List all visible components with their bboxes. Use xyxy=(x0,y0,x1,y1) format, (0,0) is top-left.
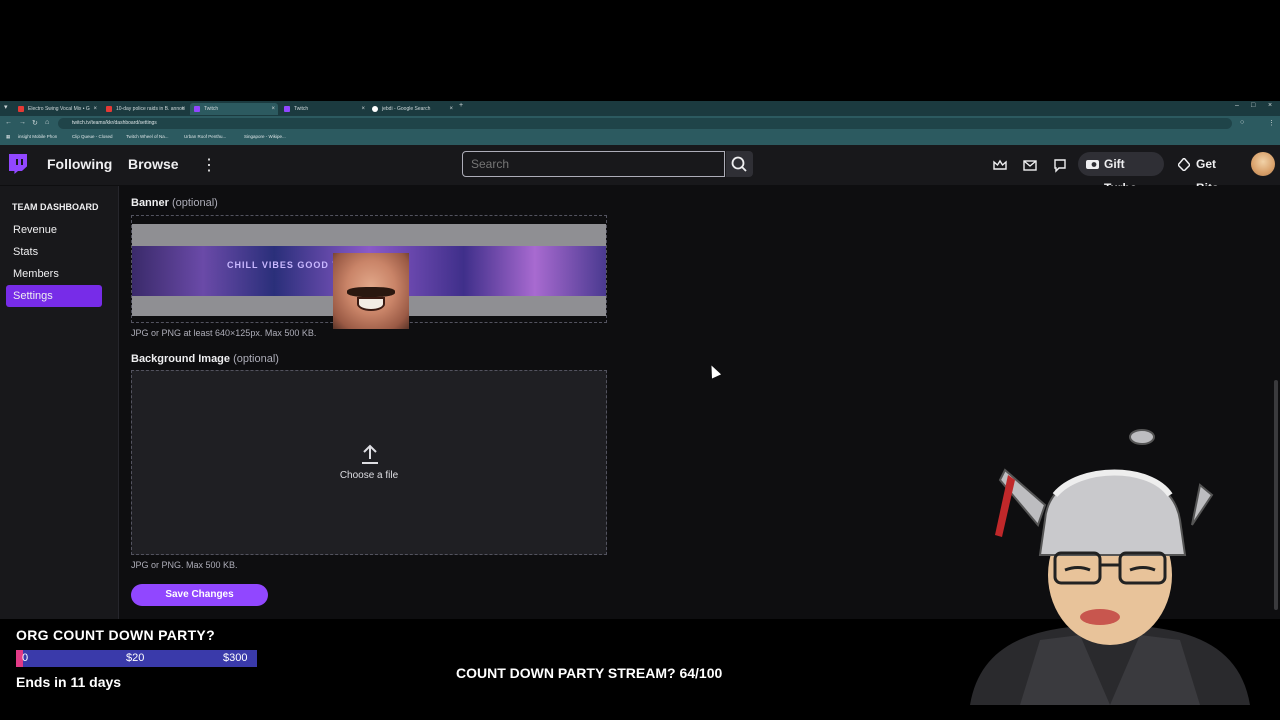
tab-favicon-icon xyxy=(284,106,290,112)
more-options-icon[interactable]: ⋮ xyxy=(201,155,217,175)
sidebar-item-revenue[interactable]: Revenue xyxy=(6,219,102,241)
bookmark-item[interactable]: Urban Roof Penthu... xyxy=(184,134,226,139)
team-dashboard-sidebar: TEAM DASHBOARD Revenue Stats Members Set… xyxy=(0,186,119,619)
url-input[interactable]: twitch.tv/teams/kkr/dashboard/settings xyxy=(58,118,1232,129)
user-avatar[interactable] xyxy=(1251,152,1275,176)
bookmark-item[interactable]: Clip Queue - Closed xyxy=(72,134,113,139)
save-changes-button[interactable]: Save Changes xyxy=(131,584,268,606)
extensions-icon[interactable]: ○ xyxy=(1240,119,1244,126)
whispers-icon[interactable] xyxy=(1052,157,1068,173)
sidebar-item-settings[interactable]: Settings xyxy=(6,285,102,307)
tab-close-icon[interactable]: × xyxy=(361,103,365,115)
tab-favicon-icon xyxy=(106,106,112,112)
reload-icon[interactable]: ↻ xyxy=(32,119,38,127)
bookmark-item[interactable]: Singapore - Wikipe... xyxy=(244,134,286,139)
search-icon xyxy=(731,156,747,172)
top-navigation: Following Browse ⋮ Gift Turbo Get Bits xyxy=(0,145,1280,195)
address-bar-row: ← → ↻ ⌂ twitch.tv/teams/kkr/dashboard/se… xyxy=(0,116,1280,131)
apps-icon[interactable]: ▦ xyxy=(6,134,10,140)
crown-icon[interactable] xyxy=(992,157,1008,173)
search-button[interactable] xyxy=(726,151,753,177)
twitch-logo-icon[interactable] xyxy=(9,154,27,174)
nav-browse[interactable]: Browse xyxy=(128,156,179,172)
goal-mid: $20 xyxy=(126,652,145,664)
streamer-avatar-illustration xyxy=(970,429,1250,705)
tab-close-icon[interactable]: × xyxy=(271,103,275,115)
emote-overlay-image xyxy=(333,253,409,329)
tab-close-icon[interactable]: × xyxy=(449,103,453,115)
browser-tab[interactable]: Twitch × xyxy=(280,103,368,115)
choose-file-label[interactable]: Choose a file xyxy=(132,470,606,481)
turbo-icon xyxy=(1086,160,1099,169)
banner-upload-area[interactable]: CHILL VIBES GOOD TIMES xyxy=(131,215,607,329)
goal-target: $300 xyxy=(223,652,248,664)
background-upload-area[interactable]: Choose a file xyxy=(131,370,607,555)
tab-favicon-icon xyxy=(194,106,200,112)
back-icon[interactable]: ← xyxy=(5,119,12,126)
bits-icon xyxy=(1178,158,1190,171)
new-tab-icon[interactable]: + xyxy=(459,102,463,109)
home-icon[interactable]: ⌂ xyxy=(45,119,49,126)
inbox-icon[interactable] xyxy=(1022,157,1038,173)
stream-counter-text: COUNT DOWN PARTY STREAM? 64/100 xyxy=(456,665,723,681)
tab-list-icon[interactable]: ▾ xyxy=(4,103,8,111)
sidebar-heading: TEAM DASHBOARD xyxy=(12,202,99,212)
browser-tab-strip: ▾ Electro Swing Vocal Mix • G × 10-day p… xyxy=(0,101,1280,116)
banner-hint: JPG or PNG at least 640×125px. Max 500 K… xyxy=(131,328,317,338)
browser-tab[interactable]: 10-day police raids in B. annou × xyxy=(102,103,188,115)
bookmark-item[interactable]: Twitch Wheel of Na... xyxy=(126,134,169,139)
tab-favicon-icon xyxy=(372,106,378,112)
goal-progress-bar: 0 $20 $300 xyxy=(16,650,257,667)
gift-turbo-button[interactable]: Gift Turbo xyxy=(1078,152,1164,195)
tab-close-icon[interactable]: × xyxy=(181,103,185,115)
goal-current: 0 xyxy=(22,652,29,664)
background-image-label: Background Image (optional) xyxy=(131,353,279,365)
bookmark-item[interactable]: insight Mobile Phon xyxy=(18,134,57,139)
bookmarks-bar: ▦ insight Mobile Phon Clip Queue - Close… xyxy=(0,131,1280,145)
upload-icon xyxy=(362,444,378,464)
window-close-icon[interactable]: × xyxy=(1268,102,1272,109)
minimize-icon[interactable]: – xyxy=(1235,102,1239,109)
tab-close-icon[interactable]: × xyxy=(93,103,97,115)
search-input[interactable] xyxy=(462,151,725,177)
goal-ends-text: Ends in 11 days xyxy=(16,674,122,690)
banner-label: Banner (optional) xyxy=(131,197,218,209)
browser-tab[interactable]: jebdi - Google Search × xyxy=(368,103,456,115)
maximize-icon[interactable]: □ xyxy=(1251,102,1255,109)
background-hint: JPG or PNG. Max 500 KB. xyxy=(131,560,238,570)
browser-tab-active[interactable]: Twitch × xyxy=(190,103,278,115)
tab-favicon-icon xyxy=(18,106,24,112)
sidebar-item-members[interactable]: Members xyxy=(6,263,102,285)
page-scrollbar[interactable] xyxy=(1274,380,1278,610)
browser-tab[interactable]: Electro Swing Vocal Mix • G × xyxy=(14,103,100,115)
goal-title: ORG COUNT DOWN PARTY? xyxy=(16,627,215,643)
forward-icon[interactable]: → xyxy=(19,119,26,126)
browser-menu-icon[interactable]: ⋮ xyxy=(1268,119,1275,127)
get-bits-button[interactable]: Get Bits xyxy=(1170,152,1244,195)
sidebar-item-stats[interactable]: Stats xyxy=(6,241,102,263)
nav-following[interactable]: Following xyxy=(47,156,112,172)
